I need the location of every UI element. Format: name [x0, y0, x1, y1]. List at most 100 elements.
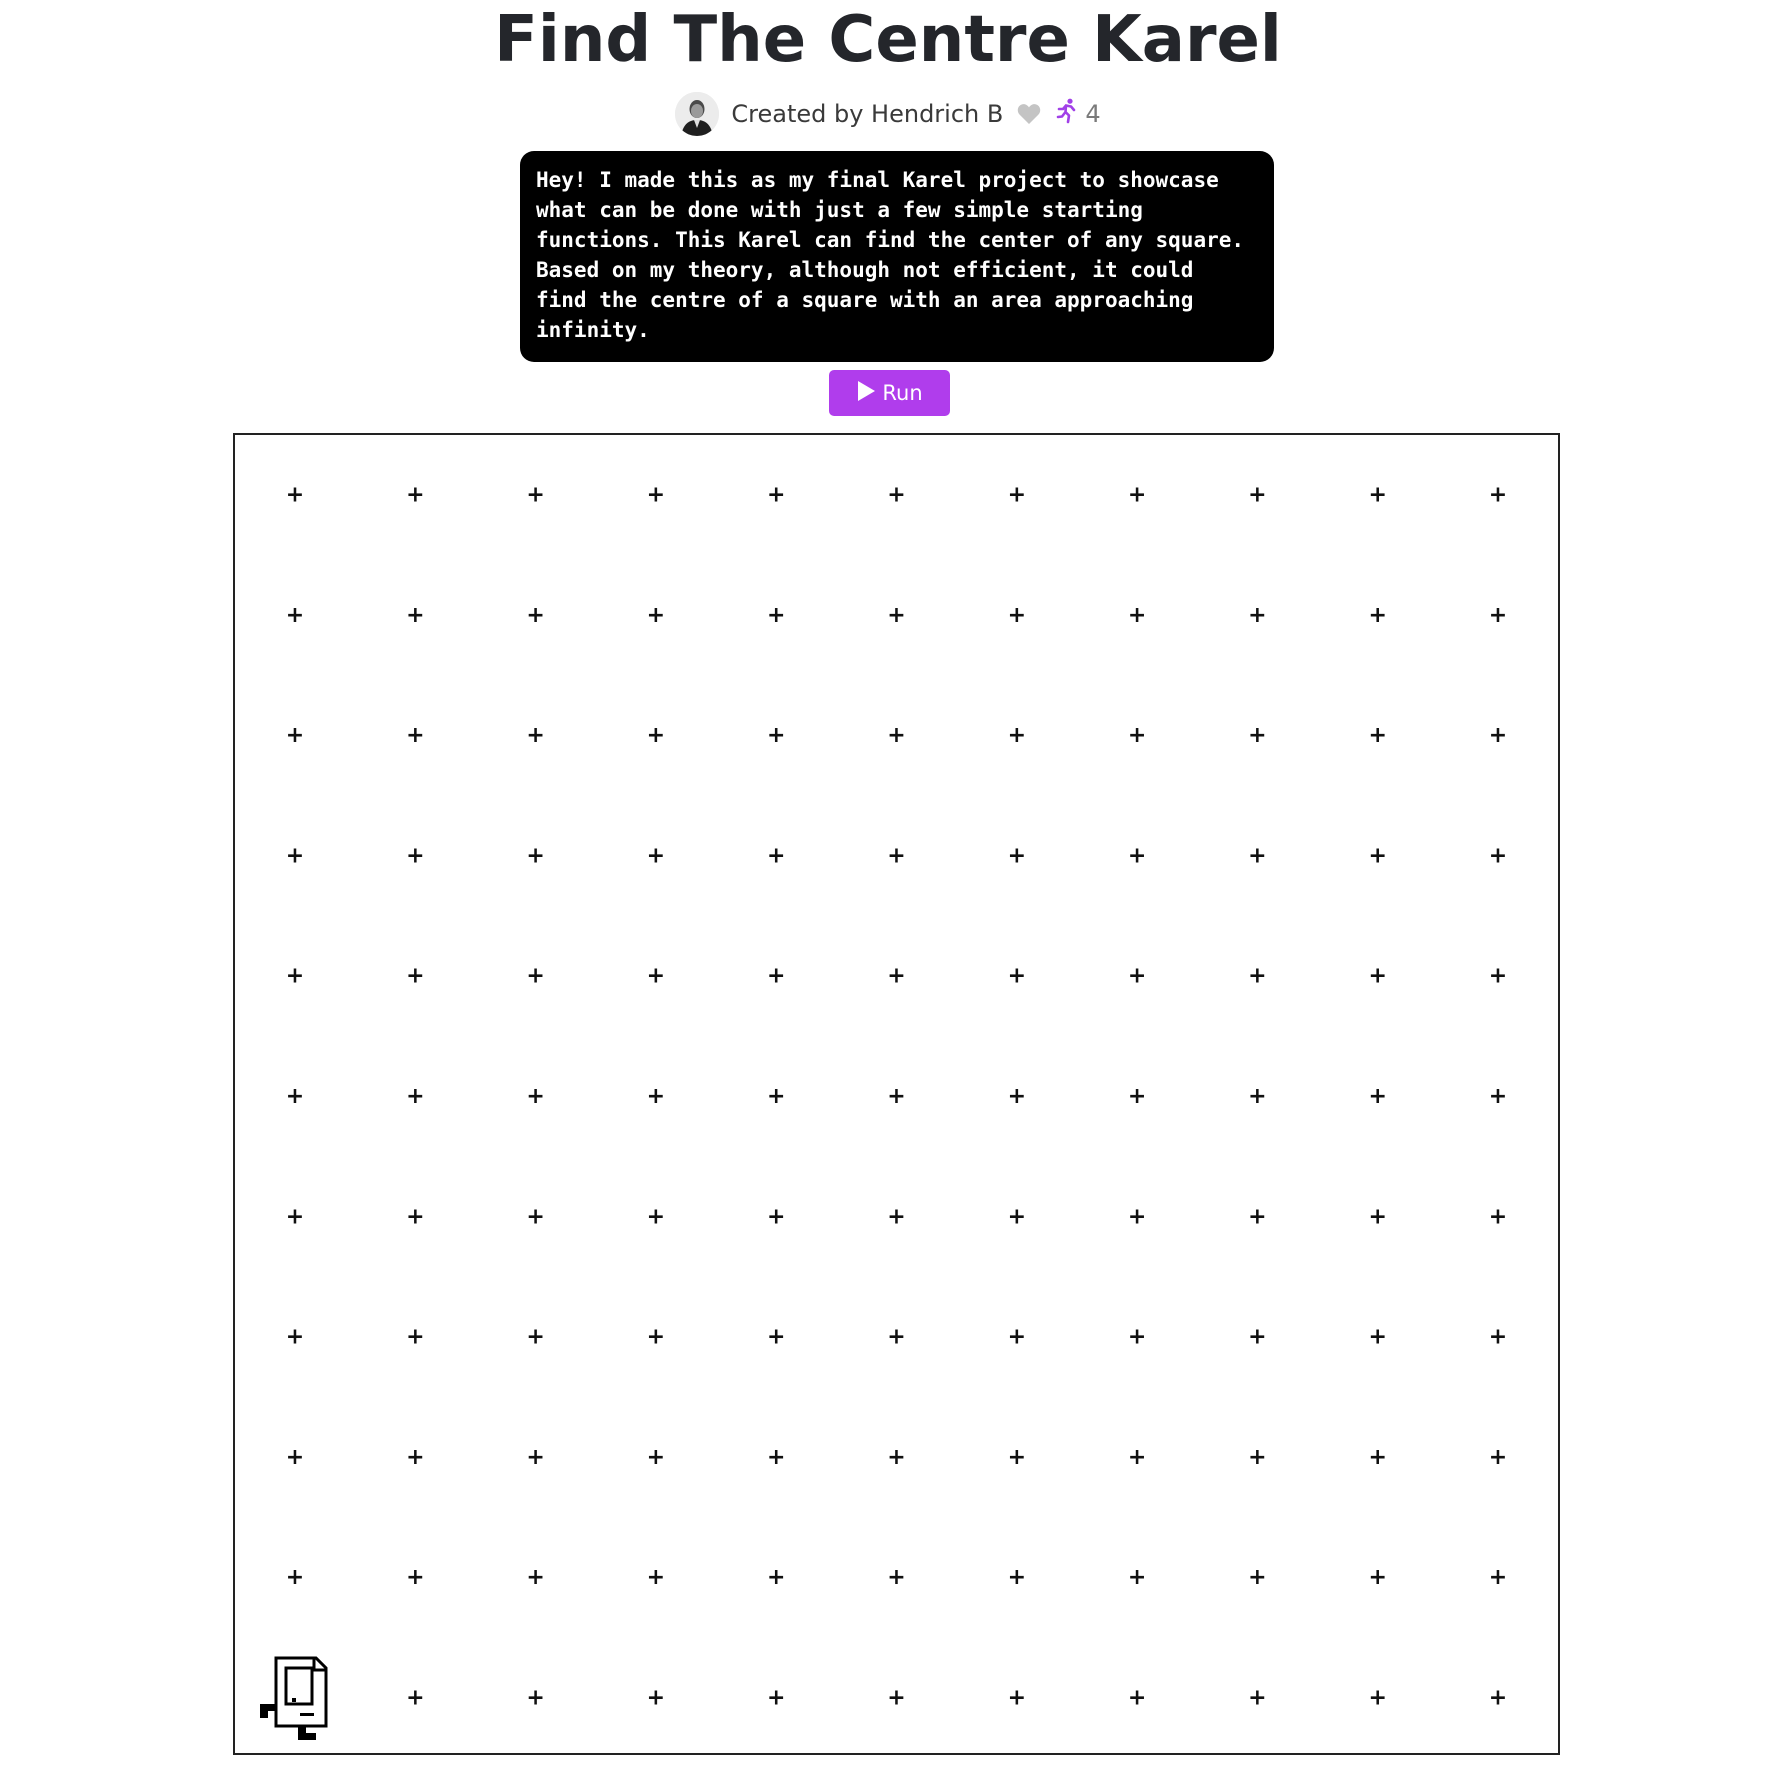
corner-marker: +: [406, 964, 424, 989]
corner-marker: +: [1008, 1325, 1026, 1350]
page-title: Find The Centre Karel: [494, 3, 1282, 77]
corner-marker: +: [1368, 1084, 1386, 1109]
corner-marker: +: [1248, 723, 1266, 748]
running-person-icon: [1055, 98, 1079, 130]
corner-marker: +: [1008, 1084, 1026, 1109]
corner-marker: +: [887, 603, 905, 628]
corner-marker: +: [1008, 483, 1026, 508]
corner-marker: +: [286, 483, 304, 508]
corner-marker: +: [1368, 483, 1386, 508]
corner-marker: +: [887, 1204, 905, 1229]
run-button-label: Run: [882, 381, 923, 405]
corner-marker: +: [1248, 603, 1266, 628]
corner-marker: +: [887, 1084, 905, 1109]
heart-icon[interactable]: [1015, 100, 1043, 128]
corner-marker: +: [767, 1565, 785, 1590]
corner-marker: +: [1489, 964, 1507, 989]
corner-marker: +: [1368, 1204, 1386, 1229]
corner-marker: +: [1248, 964, 1266, 989]
corner-marker: +: [1489, 1204, 1507, 1229]
corner-marker: +: [406, 483, 424, 508]
corner-marker: +: [526, 1084, 544, 1109]
corner-marker: +: [1128, 483, 1146, 508]
corner-marker: +: [526, 483, 544, 508]
avatar[interactable]: [675, 92, 720, 136]
corner-marker: +: [767, 843, 785, 868]
corner-marker: +: [1368, 1686, 1386, 1711]
corner-marker: +: [406, 1686, 424, 1711]
corner-marker: +: [767, 1204, 785, 1229]
corner-marker: +: [1128, 603, 1146, 628]
corner-marker: +: [887, 1325, 905, 1350]
created-by-label[interactable]: Created by Hendrich B: [731, 100, 1003, 128]
corner-marker: +: [1489, 1084, 1507, 1109]
corner-marker: +: [1489, 603, 1507, 628]
corner-marker: +: [1248, 1204, 1266, 1229]
corner-marker: +: [647, 843, 665, 868]
corner-marker: +: [767, 964, 785, 989]
corner-marker: +: [767, 483, 785, 508]
corner-marker: +: [406, 1445, 424, 1470]
corner-marker: +: [1128, 723, 1146, 748]
corner-marker: +: [526, 1565, 544, 1590]
corner-marker: +: [1248, 1686, 1266, 1711]
corner-marker: +: [286, 964, 304, 989]
corner-marker: +: [887, 964, 905, 989]
corner-marker: +: [1489, 1445, 1507, 1470]
corner-marker: +: [406, 1325, 424, 1350]
corner-marker: +: [1368, 603, 1386, 628]
corner-marker: +: [647, 603, 665, 628]
corner-marker: +: [887, 723, 905, 748]
corner-marker: +: [1128, 1686, 1146, 1711]
corner-marker: +: [1128, 843, 1146, 868]
run-count-value: 4: [1085, 100, 1101, 128]
corner-marker: +: [1128, 964, 1146, 989]
corner-marker: +: [406, 1565, 424, 1590]
corner-marker: +: [767, 1445, 785, 1470]
corner-marker: +: [647, 964, 665, 989]
corner-marker: +: [1248, 1084, 1266, 1109]
corner-marker: +: [1489, 1565, 1507, 1590]
corner-marker: +: [1489, 723, 1507, 748]
corner-marker: +: [1128, 1084, 1146, 1109]
corner-marker: +: [1368, 1565, 1386, 1590]
corner-marker: +: [406, 1204, 424, 1229]
corner-marker: +: [286, 723, 304, 748]
corner-marker: +: [1368, 1445, 1386, 1470]
corner-marker: +: [1248, 1325, 1266, 1350]
corner-marker: +: [1248, 483, 1266, 508]
corner-marker: +: [1248, 843, 1266, 868]
corner-marker: +: [647, 483, 665, 508]
corner-marker: +: [526, 843, 544, 868]
corner-marker: +: [286, 1204, 304, 1229]
corner-marker: +: [526, 1445, 544, 1470]
corner-marker: +: [1008, 964, 1026, 989]
corner-marker: +: [526, 1204, 544, 1229]
corner-marker: +: [767, 723, 785, 748]
corner-marker: +: [526, 603, 544, 628]
corner-marker: +: [526, 964, 544, 989]
corner-marker: +: [1008, 723, 1026, 748]
corner-marker: +: [767, 1325, 785, 1350]
corner-marker: +: [1489, 1325, 1507, 1350]
corner-marker: +: [1008, 1565, 1026, 1590]
corner-marker: +: [1008, 1204, 1026, 1229]
corner-marker: +: [647, 1204, 665, 1229]
corner-marker: +: [1128, 1204, 1146, 1229]
corner-marker: +: [286, 1325, 304, 1350]
play-icon: [856, 380, 876, 407]
run-button[interactable]: Run: [829, 370, 950, 416]
corner-marker: +: [286, 1565, 304, 1590]
corner-marker: +: [406, 1084, 424, 1109]
corner-marker: +: [647, 1445, 665, 1470]
karel-world: + + + + + + + + + + + + + + + + + + + + + + + + + + + + + + + + + + + + + + + +…: [233, 433, 1560, 1755]
karel-world-grid: + + + + + + + + + + + + + + + + + + + + + + + + + + + + + + + + + + + + + + + +…: [260, 483, 1507, 1740]
corner-marker: +: [406, 723, 424, 748]
corner-marker: +: [526, 1686, 544, 1711]
corner-marker: +: [767, 1084, 785, 1109]
corner-marker: +: [1489, 1686, 1507, 1711]
corner-marker: +: [1368, 843, 1386, 868]
corner-marker: +: [1368, 723, 1386, 748]
corner-marker: +: [887, 1445, 905, 1470]
corner-marker: +: [406, 603, 424, 628]
